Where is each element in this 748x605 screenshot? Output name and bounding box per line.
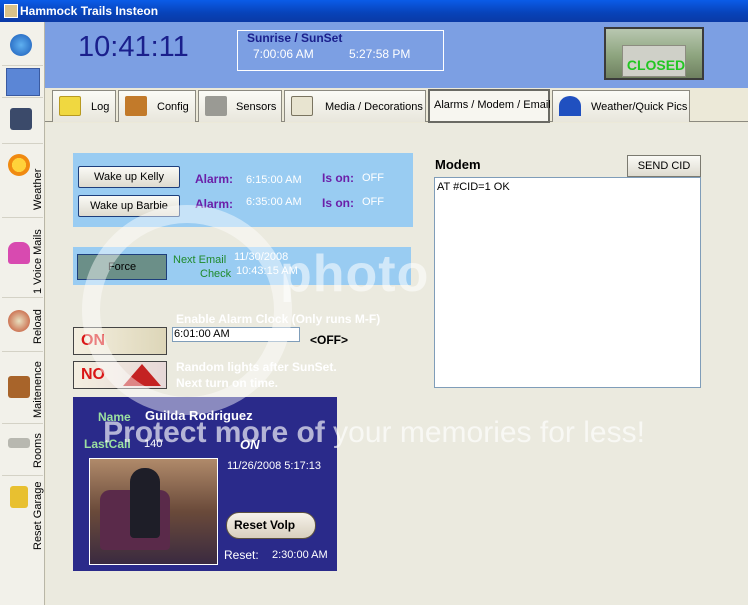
wrench-icon <box>8 376 30 398</box>
sunrise-time: 7:00:06 AM <box>253 47 314 61</box>
watermark-banner-bold: Protect more of <box>103 416 325 449</box>
nav-blank[interactable] <box>2 66 43 98</box>
umbrella-icon <box>559 96 581 116</box>
nav-maintenance[interactable]: Maitenence <box>2 354 44 424</box>
window-title: Hammock Trails Insteon <box>20 4 159 18</box>
tab-alarms-modem-email[interactable]: Alarms / Modem / Email <box>428 89 551 123</box>
nav-voicemails[interactable]: 1 Voice Mails <box>2 220 44 298</box>
alarm-label-1: Alarm: <box>195 172 234 186</box>
garage-status: CLOSED <box>626 57 686 73</box>
tab-media-decorations-label: Media / Decorations <box>325 101 423 113</box>
sensor-icon <box>205 96 227 116</box>
alarm-clock-status: <OFF> <box>310 333 349 347</box>
tab-weather-quick-pics[interactable]: Weather/Quick Pics <box>552 90 690 122</box>
nav-voicemails-label: 1 Voice Mails <box>32 229 44 294</box>
is-on-value-1: OFF <box>362 172 384 184</box>
watermark-banner-rest: your memories for less! <box>333 416 645 449</box>
is-on-value-2: OFF <box>362 196 384 208</box>
sun-icon <box>8 154 30 176</box>
nav-reload[interactable]: Reload <box>2 300 44 352</box>
refresh-icon <box>10 34 32 56</box>
computer-icon <box>10 108 32 130</box>
modem-log[interactable]: AT #CID=1 OK <box>434 177 701 388</box>
alarm-time-2: 6:35:00 AM <box>246 196 302 208</box>
window-titlebar: Hammock Trails Insteon <box>0 0 748 22</box>
watermark-brand: photo <box>280 245 430 303</box>
nav-reset-garage-label: Reset Garage <box>32 481 44 550</box>
nav-reset-garage[interactable]: Reset Garage <box>2 478 44 554</box>
tab-sensors[interactable]: Sensors <box>198 90 282 122</box>
watermark-ring <box>82 205 292 415</box>
nav-weather[interactable]: Weather <box>2 146 44 218</box>
reset-label: Reset: <box>224 548 259 562</box>
tab-weather-quick-pics-label: Weather/Quick Pics <box>591 101 688 113</box>
media-icon <box>291 96 313 116</box>
tab-alarms-modem-email-label: Alarms / Modem / Email <box>434 99 551 111</box>
reload-icon <box>8 310 30 332</box>
alarm-time-1: 6:15:00 AM <box>246 174 302 186</box>
left-nav: Weather 1 Voice Mails Reload Maitenence … <box>0 22 45 605</box>
tab-log[interactable]: Log <box>52 90 116 122</box>
app-icon <box>4 4 18 18</box>
nav-computer[interactable] <box>2 100 43 144</box>
phone-icon <box>8 242 30 264</box>
sunset-time: 5:27:58 PM <box>349 47 411 61</box>
nav-reload-label: Reload <box>32 309 44 344</box>
tab-config[interactable]: Config <box>118 90 196 122</box>
tab-media-decorations[interactable]: Media / Decorations <box>284 90 426 122</box>
is-on-label-1: Is on: <box>322 171 354 185</box>
tab-sensors-label: Sensors <box>236 101 277 113</box>
config-icon <box>125 96 147 116</box>
tab-log-label: Log <box>91 101 110 113</box>
send-cid-button[interactable]: SEND CID <box>627 155 701 177</box>
reset-time: 2:30:00 AM <box>272 549 328 561</box>
is-on-label-2: Is on: <box>322 196 354 210</box>
modem-title: Modem <box>435 157 481 172</box>
watermark-banner: Protect more of your memories for less! <box>0 416 748 450</box>
log-icon <box>59 96 81 116</box>
person-shape <box>130 468 160 538</box>
clock: 10:41:11 <box>78 31 189 63</box>
lock-icon <box>10 486 28 508</box>
blank-icon <box>6 68 40 96</box>
nav-maintenance-label: Maitenence <box>32 361 44 418</box>
caller-datetime: 11/26/2008 5:17:13 <box>227 460 321 472</box>
nav-weather-label: Weather <box>32 168 44 210</box>
sun-times-title: Sunrise / SunSet <box>247 31 343 45</box>
nav-refresh[interactable] <box>2 26 43 66</box>
reset-voip-button[interactable]: Reset Volp <box>226 512 316 539</box>
tab-config-label: Config <box>157 101 189 113</box>
wake-up-kelly-button[interactable]: Wake up Kelly <box>78 166 180 188</box>
